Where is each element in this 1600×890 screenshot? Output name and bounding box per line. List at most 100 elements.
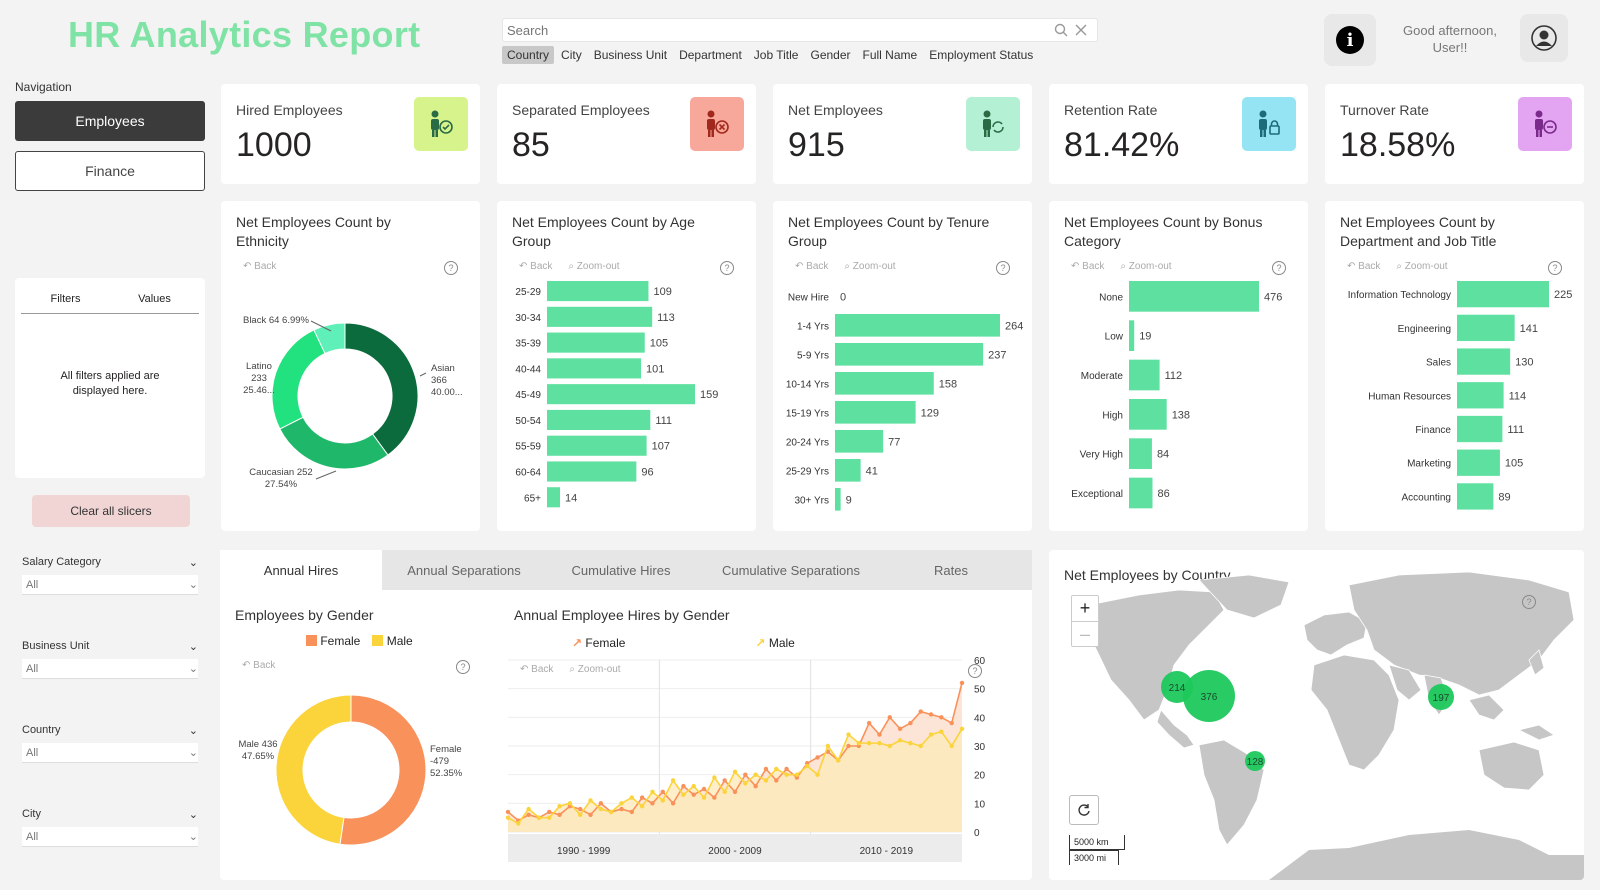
- tick-label: 5-9 Yrs: [797, 350, 829, 361]
- bar: [1129, 359, 1160, 391]
- zoom-in-button[interactable]: +: [1072, 596, 1098, 622]
- search-field-business-unit[interactable]: Business Unit: [589, 46, 672, 64]
- bar: [835, 488, 841, 511]
- data-point: [835, 758, 841, 763]
- search-field-department[interactable]: Department: [674, 46, 747, 64]
- slicer-title: City: [22, 808, 41, 820]
- world-map[interactable]: 214 376 197 128: [1049, 550, 1584, 880]
- data-point: [949, 720, 954, 726]
- data-label: Asian 366 40.00...: [431, 363, 463, 398]
- nav-employees-button[interactable]: Employees: [15, 101, 205, 141]
- chevron-down-icon[interactable]: ⌄: [189, 556, 198, 569]
- data-label: 77: [888, 436, 900, 448]
- y-tick-label: 0: [974, 828, 980, 839]
- data-point: [866, 740, 872, 746]
- bubble-label: 214: [1169, 683, 1186, 694]
- tick-label: 20-24 Yrs: [786, 437, 829, 448]
- tick-label: 25-29: [515, 287, 541, 298]
- kpi-turnover-rate: Turnover Rate 18.58%: [1325, 84, 1584, 184]
- slicer-salary-category: Salary Category ⌄ All ⌄: [22, 556, 198, 595]
- bar: [835, 372, 934, 395]
- bar: [547, 384, 695, 405]
- tab-cumulative-hires[interactable]: Cumulative Hires: [546, 550, 696, 590]
- bar: [1457, 314, 1515, 342]
- close-icon[interactable]: [1071, 20, 1091, 40]
- slicer-business-unit: Business Unit ⌄ All ⌄: [22, 640, 198, 679]
- search-box[interactable]: [502, 18, 1098, 42]
- bar: [1457, 281, 1549, 308]
- data-point: [753, 772, 758, 777]
- data-point: [536, 815, 542, 820]
- search-field-job-title[interactable]: Job Title: [749, 46, 804, 64]
- search-input[interactable]: [503, 19, 1051, 41]
- tick-label: New Hire: [788, 292, 830, 303]
- tab-cumulative-separations[interactable]: Cumulative Separations: [696, 550, 886, 590]
- chevron-down-icon: ⌄: [188, 579, 198, 591]
- gender-donut-chart: Female -479 52.35% Male 436 47.65%: [238, 694, 463, 846]
- search-field-country[interactable]: Country: [502, 46, 555, 64]
- tick-label: 45-49: [515, 390, 541, 401]
- zoom-out-map-button[interactable]: –: [1072, 622, 1098, 647]
- data-point: [567, 801, 573, 806]
- x-group-label: 1990 - 1999: [557, 846, 611, 857]
- data-point: [815, 755, 820, 760]
- data-point: [660, 789, 665, 795]
- data-point: [732, 769, 738, 774]
- retention-icon: [1242, 97, 1296, 151]
- data-point: [877, 732, 882, 737]
- chevron-down-icon[interactable]: ⌄: [189, 640, 198, 653]
- clear-slicers-button[interactable]: Clear all slicers: [32, 495, 190, 527]
- tick-label: High: [1102, 410, 1123, 421]
- pie-slice: [344, 322, 419, 456]
- filters-column-header: Filters: [50, 293, 81, 305]
- data-point: [681, 783, 686, 789]
- bar: [547, 281, 649, 302]
- filters-pane: Filters Values All filters applied are d…: [15, 278, 205, 478]
- slicer-dropdown[interactable]: All ⌄: [22, 659, 198, 679]
- chevron-down-icon: ⌄: [188, 747, 198, 759]
- reset-map-button[interactable]: [1069, 795, 1099, 825]
- data-label: 14: [565, 492, 577, 504]
- slicer-country: Country ⌄ All ⌄: [22, 724, 198, 763]
- bar: [1457, 348, 1511, 375]
- bar: [1129, 399, 1167, 430]
- nav-finance-button[interactable]: Finance: [15, 151, 205, 191]
- info-icon: i: [1336, 26, 1364, 54]
- data-point: [681, 792, 686, 797]
- leader-line: [315, 470, 337, 480]
- bubble-label: 128: [1247, 757, 1264, 768]
- data-label: 41: [866, 465, 878, 477]
- tick-label: Low: [1105, 332, 1124, 343]
- slicer-dropdown[interactable]: All ⌄: [22, 575, 198, 595]
- search-field-full-name[interactable]: Full Name: [858, 46, 923, 64]
- tab-rates[interactable]: Rates: [886, 550, 1016, 590]
- search-field-employment-status[interactable]: Employment Status: [924, 46, 1038, 64]
- user-button[interactable]: [1520, 14, 1568, 62]
- chevron-down-icon: ⌄: [188, 663, 198, 675]
- data-label: 237: [988, 349, 1006, 361]
- chevron-down-icon[interactable]: ⌄: [189, 724, 198, 737]
- tab-annual-hires[interactable]: Annual Hires: [220, 550, 382, 590]
- info-button[interactable]: i: [1324, 14, 1376, 66]
- slicer-dropdown[interactable]: All ⌄: [22, 827, 198, 847]
- slicer-dropdown[interactable]: All ⌄: [22, 743, 198, 763]
- data-point: [629, 809, 635, 815]
- kpi-label: Net Employees: [788, 102, 883, 118]
- data-point: [701, 795, 707, 800]
- data-point: [743, 772, 748, 777]
- chevron-down-icon[interactable]: ⌄: [189, 808, 198, 821]
- tab-annual-separations[interactable]: Annual Separations: [382, 550, 546, 590]
- tick-label: Finance: [1415, 425, 1451, 436]
- search-field-city[interactable]: City: [556, 46, 587, 64]
- department-chart-card: Net Employees Count by Department and Jo…: [1325, 201, 1584, 531]
- search-icon[interactable]: [1051, 20, 1071, 40]
- help-icon[interactable]: ?: [1522, 595, 1536, 609]
- data-label: 158: [939, 378, 957, 390]
- bar: [835, 430, 884, 453]
- ethnicity-chart-card: Net Employees Count by Ethnicity ↶ Back …: [221, 201, 480, 531]
- data-point: [928, 712, 934, 717]
- search-field-gender[interactable]: Gender: [805, 46, 855, 64]
- data-point: [763, 778, 769, 783]
- data-point: [722, 778, 727, 783]
- navigation-label: Navigation: [15, 80, 72, 94]
